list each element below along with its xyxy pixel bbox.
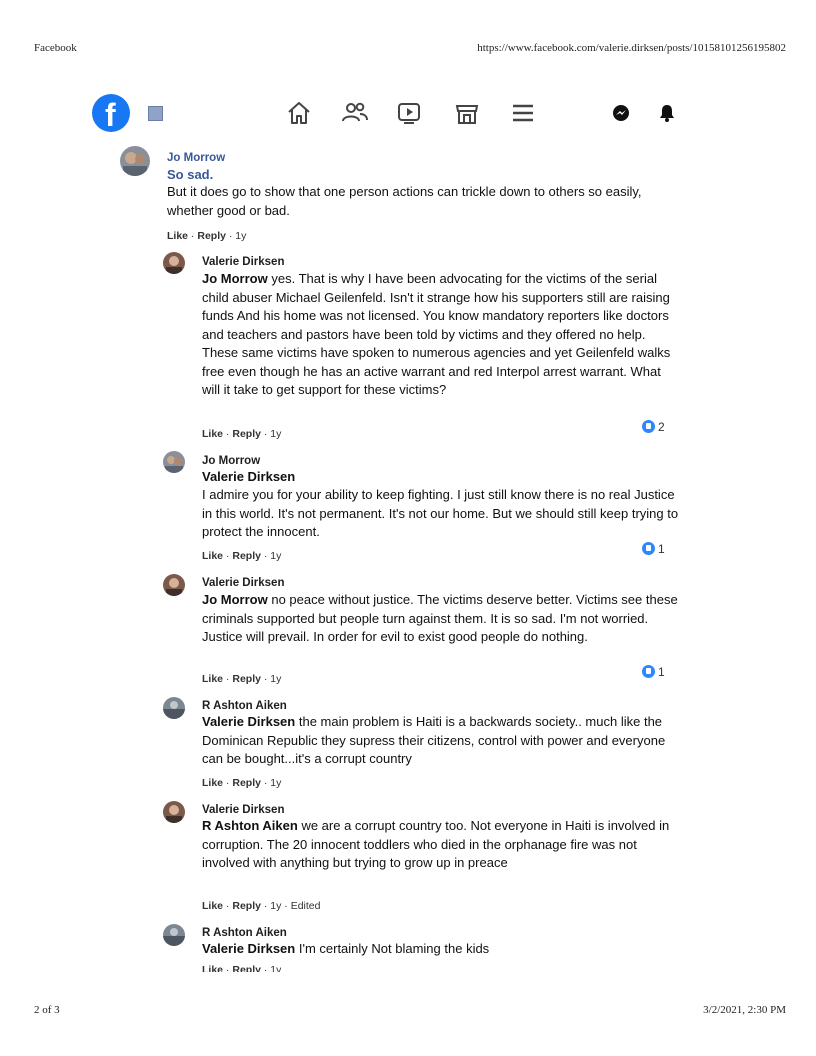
comment-meta: Like · Reply · 1y — [202, 964, 281, 972]
reply-link[interactable]: Reply — [232, 550, 261, 562]
like-link[interactable]: Like — [202, 964, 223, 972]
comment-time: · 1y — [225, 230, 247, 242]
like-link[interactable]: Like — [202, 673, 223, 685]
comment-time: · 1y — [260, 550, 282, 562]
comment-author[interactable]: Valerie Dirksen — [202, 577, 284, 589]
comment-text: Jo Morrow no peace without justice. The … — [202, 592, 678, 644]
like-link[interactable]: Like — [202, 777, 223, 789]
mention[interactable]: Valerie Dirksen — [202, 714, 295, 729]
comment-author[interactable]: R Ashton Aiken — [202, 927, 287, 939]
home-icon[interactable] — [284, 98, 314, 128]
reply-link[interactable]: Reply — [232, 964, 261, 972]
mention[interactable]: R Ashton Aiken — [202, 818, 298, 833]
comment-text: Jo Morrow yes. That is why I have been a… — [202, 271, 671, 397]
like-reaction-icon — [642, 542, 655, 555]
print-header: Facebook https://www.facebook.com/valeri… — [0, 42, 816, 58]
like-link[interactable]: Like — [202, 900, 223, 912]
print-header-url: https://www.facebook.com/valerie.dirksen… — [477, 42, 786, 54]
reply-link[interactable]: Reply — [232, 900, 261, 912]
menu-lines-icon[interactable] — [508, 98, 538, 128]
comment-meta: Like · Reply · 1y · Edited — [202, 900, 321, 912]
facebook-logo[interactable]: f — [92, 94, 130, 133]
avatar[interactable] — [163, 252, 185, 274]
print-timestamp: 3/2/2021, 2:30 PM — [703, 1004, 786, 1016]
comment-author[interactable]: Valerie Dirksen — [202, 256, 284, 268]
friends-icon[interactable] — [340, 98, 370, 128]
like-link[interactable]: Like — [202, 550, 223, 562]
mention[interactable]: Jo Morrow — [202, 271, 268, 286]
comment-author[interactable]: Jo Morrow — [167, 152, 225, 164]
comment-lead: So sad. — [167, 167, 214, 182]
comment-time: · 1y — [260, 964, 282, 972]
comment-time: · 1y · Edited — [260, 900, 321, 912]
avatar[interactable] — [163, 574, 185, 596]
comment-author[interactable]: Jo Morrow — [202, 455, 260, 467]
comment-text: R Ashton Aiken we are a corrupt country … — [202, 818, 670, 870]
avatar[interactable] — [163, 451, 185, 473]
reaction-count: 1 — [642, 665, 665, 679]
reply-link[interactable]: Reply — [232, 673, 261, 685]
avatar[interactable] — [163, 697, 185, 719]
comment-time: · 1y — [260, 777, 282, 789]
print-header-title: Facebook — [34, 42, 77, 54]
print-footer: 2 of 3 3/2/2021, 2:30 PM — [0, 1004, 816, 1020]
like-link[interactable]: Like — [202, 428, 223, 440]
avatar[interactable] — [163, 924, 185, 946]
avatar[interactable] — [163, 801, 185, 823]
comment-meta: Like · Reply · 1y — [202, 550, 282, 562]
mention[interactable]: Valerie Dirksen — [202, 468, 682, 487]
notifications-icon[interactable] — [652, 98, 682, 128]
comment-meta: Like · Reply · 1y — [202, 777, 282, 789]
comment-time: · 1y — [260, 673, 282, 685]
comment-meta: Like · Reply · 1y — [167, 230, 247, 242]
reaction-count: 2 — [642, 420, 665, 434]
like-link[interactable]: Like — [167, 230, 188, 242]
comment-meta: Like · Reply · 1y — [202, 673, 282, 685]
comment-text: I admire you for your ability to keep fi… — [202, 487, 679, 539]
comment-time: · 1y — [260, 428, 282, 440]
reaction-count: 1 — [642, 542, 665, 556]
reply-link[interactable]: Reply — [232, 428, 261, 440]
reply-link[interactable]: Reply — [232, 777, 261, 789]
comment-text: Valerie Dirksen I'm certainly Not blamin… — [202, 941, 490, 956]
marketplace-icon[interactable] — [452, 98, 482, 128]
like-reaction-icon — [642, 420, 655, 433]
menu-icon[interactable] — [148, 106, 163, 121]
messenger-icon[interactable] — [606, 98, 636, 128]
top-navigation: f — [90, 92, 690, 134]
reply-link[interactable]: Reply — [197, 230, 226, 242]
page-number: 2 of 3 — [34, 1004, 60, 1016]
avatar[interactable] — [120, 146, 150, 176]
comment-author[interactable]: Valerie Dirksen — [202, 804, 284, 816]
comment-author[interactable]: R Ashton Aiken — [202, 700, 287, 712]
comment-text: Valerie Dirksen the main problem is Hait… — [202, 714, 666, 766]
watch-icon[interactable] — [394, 98, 424, 128]
comment-text: But it does go to show that one person a… — [167, 184, 642, 218]
like-reaction-icon — [642, 665, 655, 678]
comment-meta: Like · Reply · 1y — [202, 428, 282, 440]
mention[interactable]: Jo Morrow — [202, 592, 268, 607]
mention[interactable]: Valerie Dirksen — [202, 941, 295, 956]
